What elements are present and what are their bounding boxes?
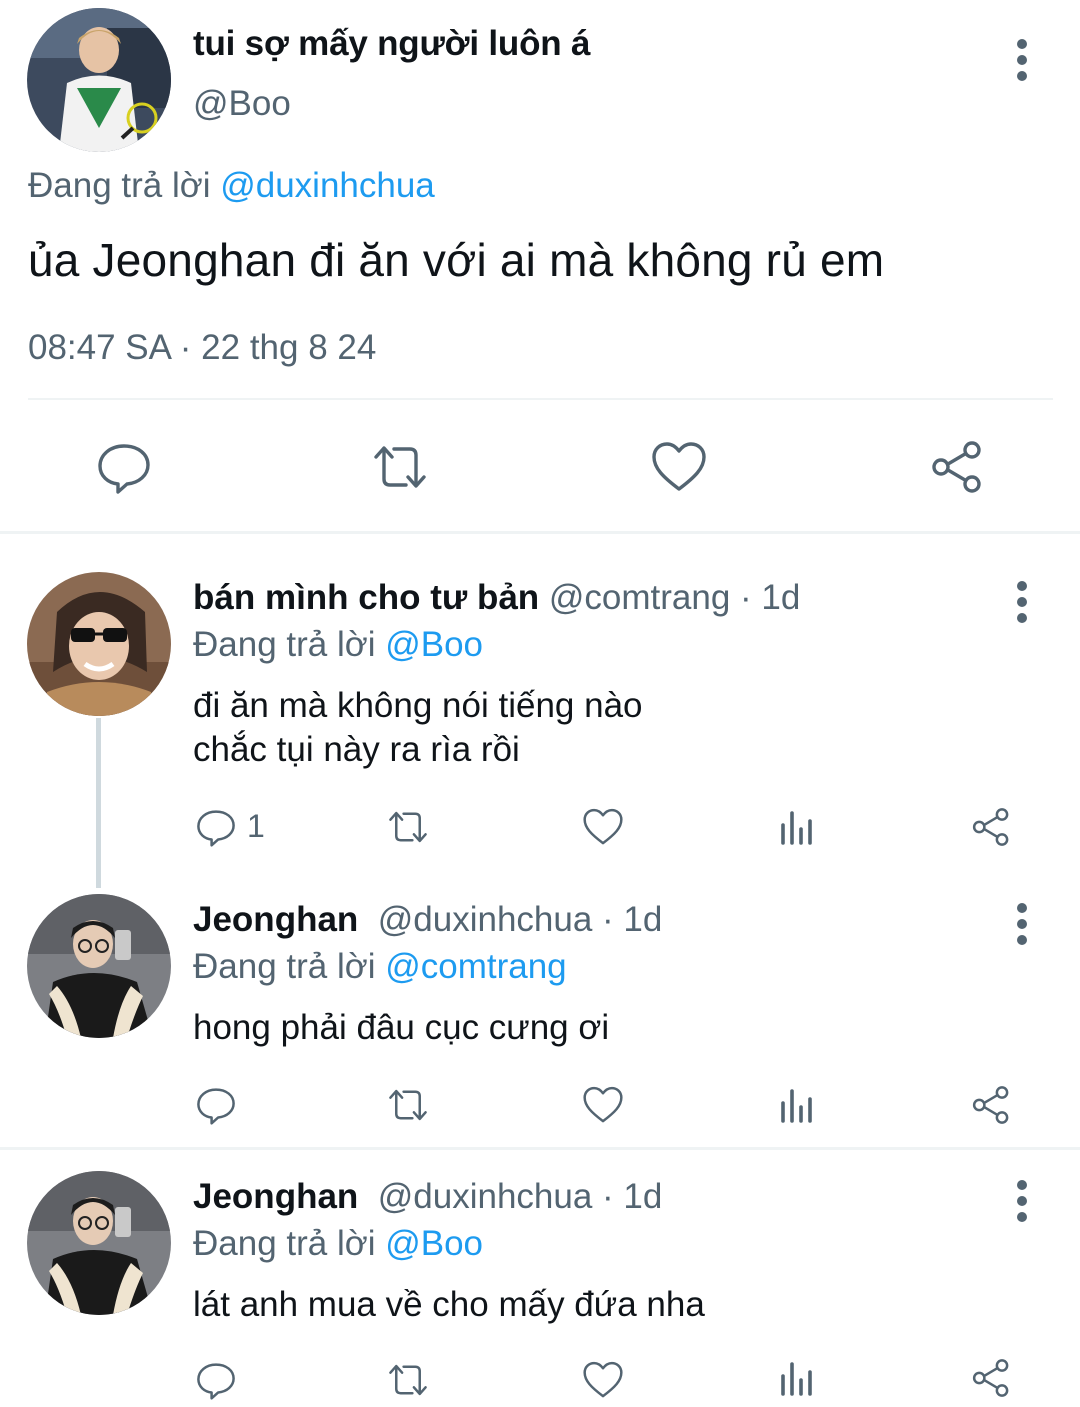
share-icon[interactable] xyxy=(927,437,987,497)
share-icon[interactable] xyxy=(969,1083,1013,1127)
share-icon[interactable] xyxy=(969,1356,1013,1400)
replying-prefix: Đang trả lời xyxy=(193,1224,376,1263)
avatar-duxinhchua[interactable] xyxy=(27,1171,171,1315)
share-icon[interactable] xyxy=(969,805,1013,849)
reply-header: bán mình cho tư bản @comtrang · 1d xyxy=(193,578,800,618)
reply-text: hong phải đâu cục cưng ơi xyxy=(193,1006,609,1050)
reply-icon[interactable] xyxy=(194,1083,238,1127)
reply-handle-time[interactable]: @comtrang · 1d xyxy=(549,578,800,617)
reply-text-line: đi ăn mà không nói tiếng nào xyxy=(193,686,643,725)
thread-line xyxy=(96,718,101,888)
reply-handle-time[interactable]: @duxinhchua · 1d xyxy=(378,1177,663,1216)
like-icon[interactable] xyxy=(581,1083,625,1127)
avatar-duxinhchua[interactable] xyxy=(27,894,171,1038)
replying-mention-link[interactable]: @Boo xyxy=(385,625,483,664)
more-options-icon[interactable] xyxy=(1012,903,1032,947)
tweet-timestamp: 08:47 SA · 22 thg 8 24 xyxy=(28,328,377,367)
more-options-icon[interactable] xyxy=(1012,39,1032,83)
replying-prefix: Đang trả lời xyxy=(193,625,376,664)
retweet-icon[interactable] xyxy=(386,805,430,849)
reply-icon[interactable] xyxy=(194,805,238,849)
reply-header: Jeonghan @duxinhchua · 1d xyxy=(193,1177,662,1217)
divider xyxy=(28,398,1053,400)
analytics-icon[interactable] xyxy=(775,805,819,849)
reply-header: Jeonghan @duxinhchua · 1d xyxy=(193,900,662,940)
reply-text: đi ăn mà không nói tiếng nào chắc tụi nà… xyxy=(193,684,643,772)
reply-text-line: lát anh mua về cho mấy đứa nha xyxy=(193,1285,705,1324)
main-display-name[interactable]: tui sợ mấy người luôn á xyxy=(193,24,590,64)
replying-to-line: Đang trả lời @duxinhchua xyxy=(28,166,435,206)
reply-handle-time[interactable]: @duxinhchua · 1d xyxy=(378,900,663,939)
tweet-text: ủa Jeonghan đi ăn với ai mà không rủ em xyxy=(28,234,885,286)
replying-to-line: Đang trả lời @Boo xyxy=(193,625,483,665)
retweet-icon[interactable] xyxy=(370,437,430,497)
reply-display-name[interactable]: Jeonghan xyxy=(193,900,358,939)
reply-count: 1 xyxy=(247,808,265,844)
avatar-boo[interactable] xyxy=(27,8,171,152)
main-handle[interactable]: @Boo xyxy=(193,84,291,124)
replying-to-line: Đang trả lời @Boo xyxy=(193,1224,483,1264)
replying-mention-link[interactable]: @Boo xyxy=(385,1224,483,1263)
analytics-icon[interactable] xyxy=(775,1083,819,1127)
reply-text-line: hong phải đâu cục cưng ơi xyxy=(193,1008,610,1047)
section-separator xyxy=(0,531,1080,534)
reply-display-name[interactable]: Jeonghan xyxy=(193,1177,358,1216)
like-icon[interactable] xyxy=(581,805,625,849)
reply-display-name[interactable]: bán mình cho tư bản xyxy=(193,578,539,617)
analytics-icon[interactable] xyxy=(775,1356,819,1400)
replying-prefix: Đang trả lời xyxy=(193,947,376,986)
more-options-icon[interactable] xyxy=(1012,581,1032,625)
like-icon[interactable] xyxy=(649,437,709,497)
replying-mention-link[interactable]: @duxinhchua xyxy=(220,166,435,205)
reply-text: lát anh mua về cho mấy đứa nha xyxy=(193,1283,705,1327)
retweet-icon[interactable] xyxy=(386,1358,430,1402)
reply-icon[interactable] xyxy=(94,437,154,497)
avatar-comtrang[interactable] xyxy=(27,572,171,716)
like-icon[interactable] xyxy=(581,1358,625,1402)
reply-text-line: chắc tụi này ra rìa rồi xyxy=(193,730,520,769)
more-options-icon[interactable] xyxy=(1012,1180,1032,1224)
replying-mention-link[interactable]: @comtrang xyxy=(385,947,566,986)
replying-to-line: Đang trả lời @comtrang xyxy=(193,947,567,987)
reply-icon[interactable] xyxy=(194,1358,238,1402)
retweet-icon[interactable] xyxy=(386,1083,430,1127)
replying-prefix: Đang trả lời xyxy=(28,166,211,205)
section-separator xyxy=(0,1147,1080,1150)
